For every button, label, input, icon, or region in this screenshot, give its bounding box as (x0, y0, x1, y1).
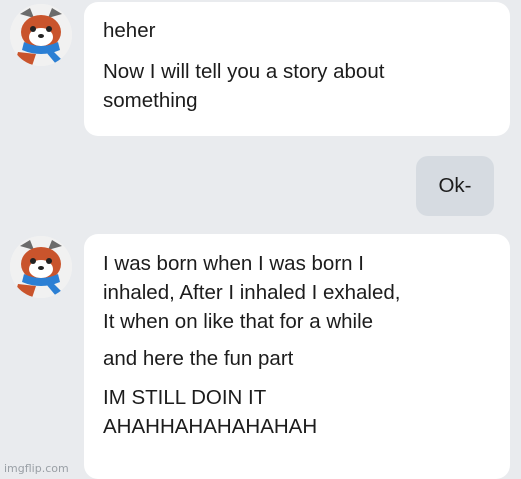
message-text: Now I will tell you a story about someth… (103, 60, 385, 112)
message-text: Ok- (438, 174, 472, 197)
message-text: heher (103, 19, 156, 42)
red-panda-avatar-icon (10, 4, 72, 66)
message-text: IM STILL DOIN IT AHAHHAHAHAHAHAH (103, 386, 318, 438)
message-bubble-outgoing: Ok- (416, 156, 494, 216)
red-panda-avatar-icon (10, 236, 72, 298)
message-bubble: heher Now I will tell you a story about … (84, 2, 510, 136)
message-text: and here the fun part (103, 347, 294, 370)
message-text: I was born when I was born I inhaled, Af… (103, 252, 401, 333)
message-bubble: I was born when I was born I inhaled, Af… (84, 234, 510, 479)
avatar[interactable] (10, 4, 72, 66)
watermark: imgflip.com (4, 462, 69, 475)
avatar[interactable] (10, 236, 72, 298)
